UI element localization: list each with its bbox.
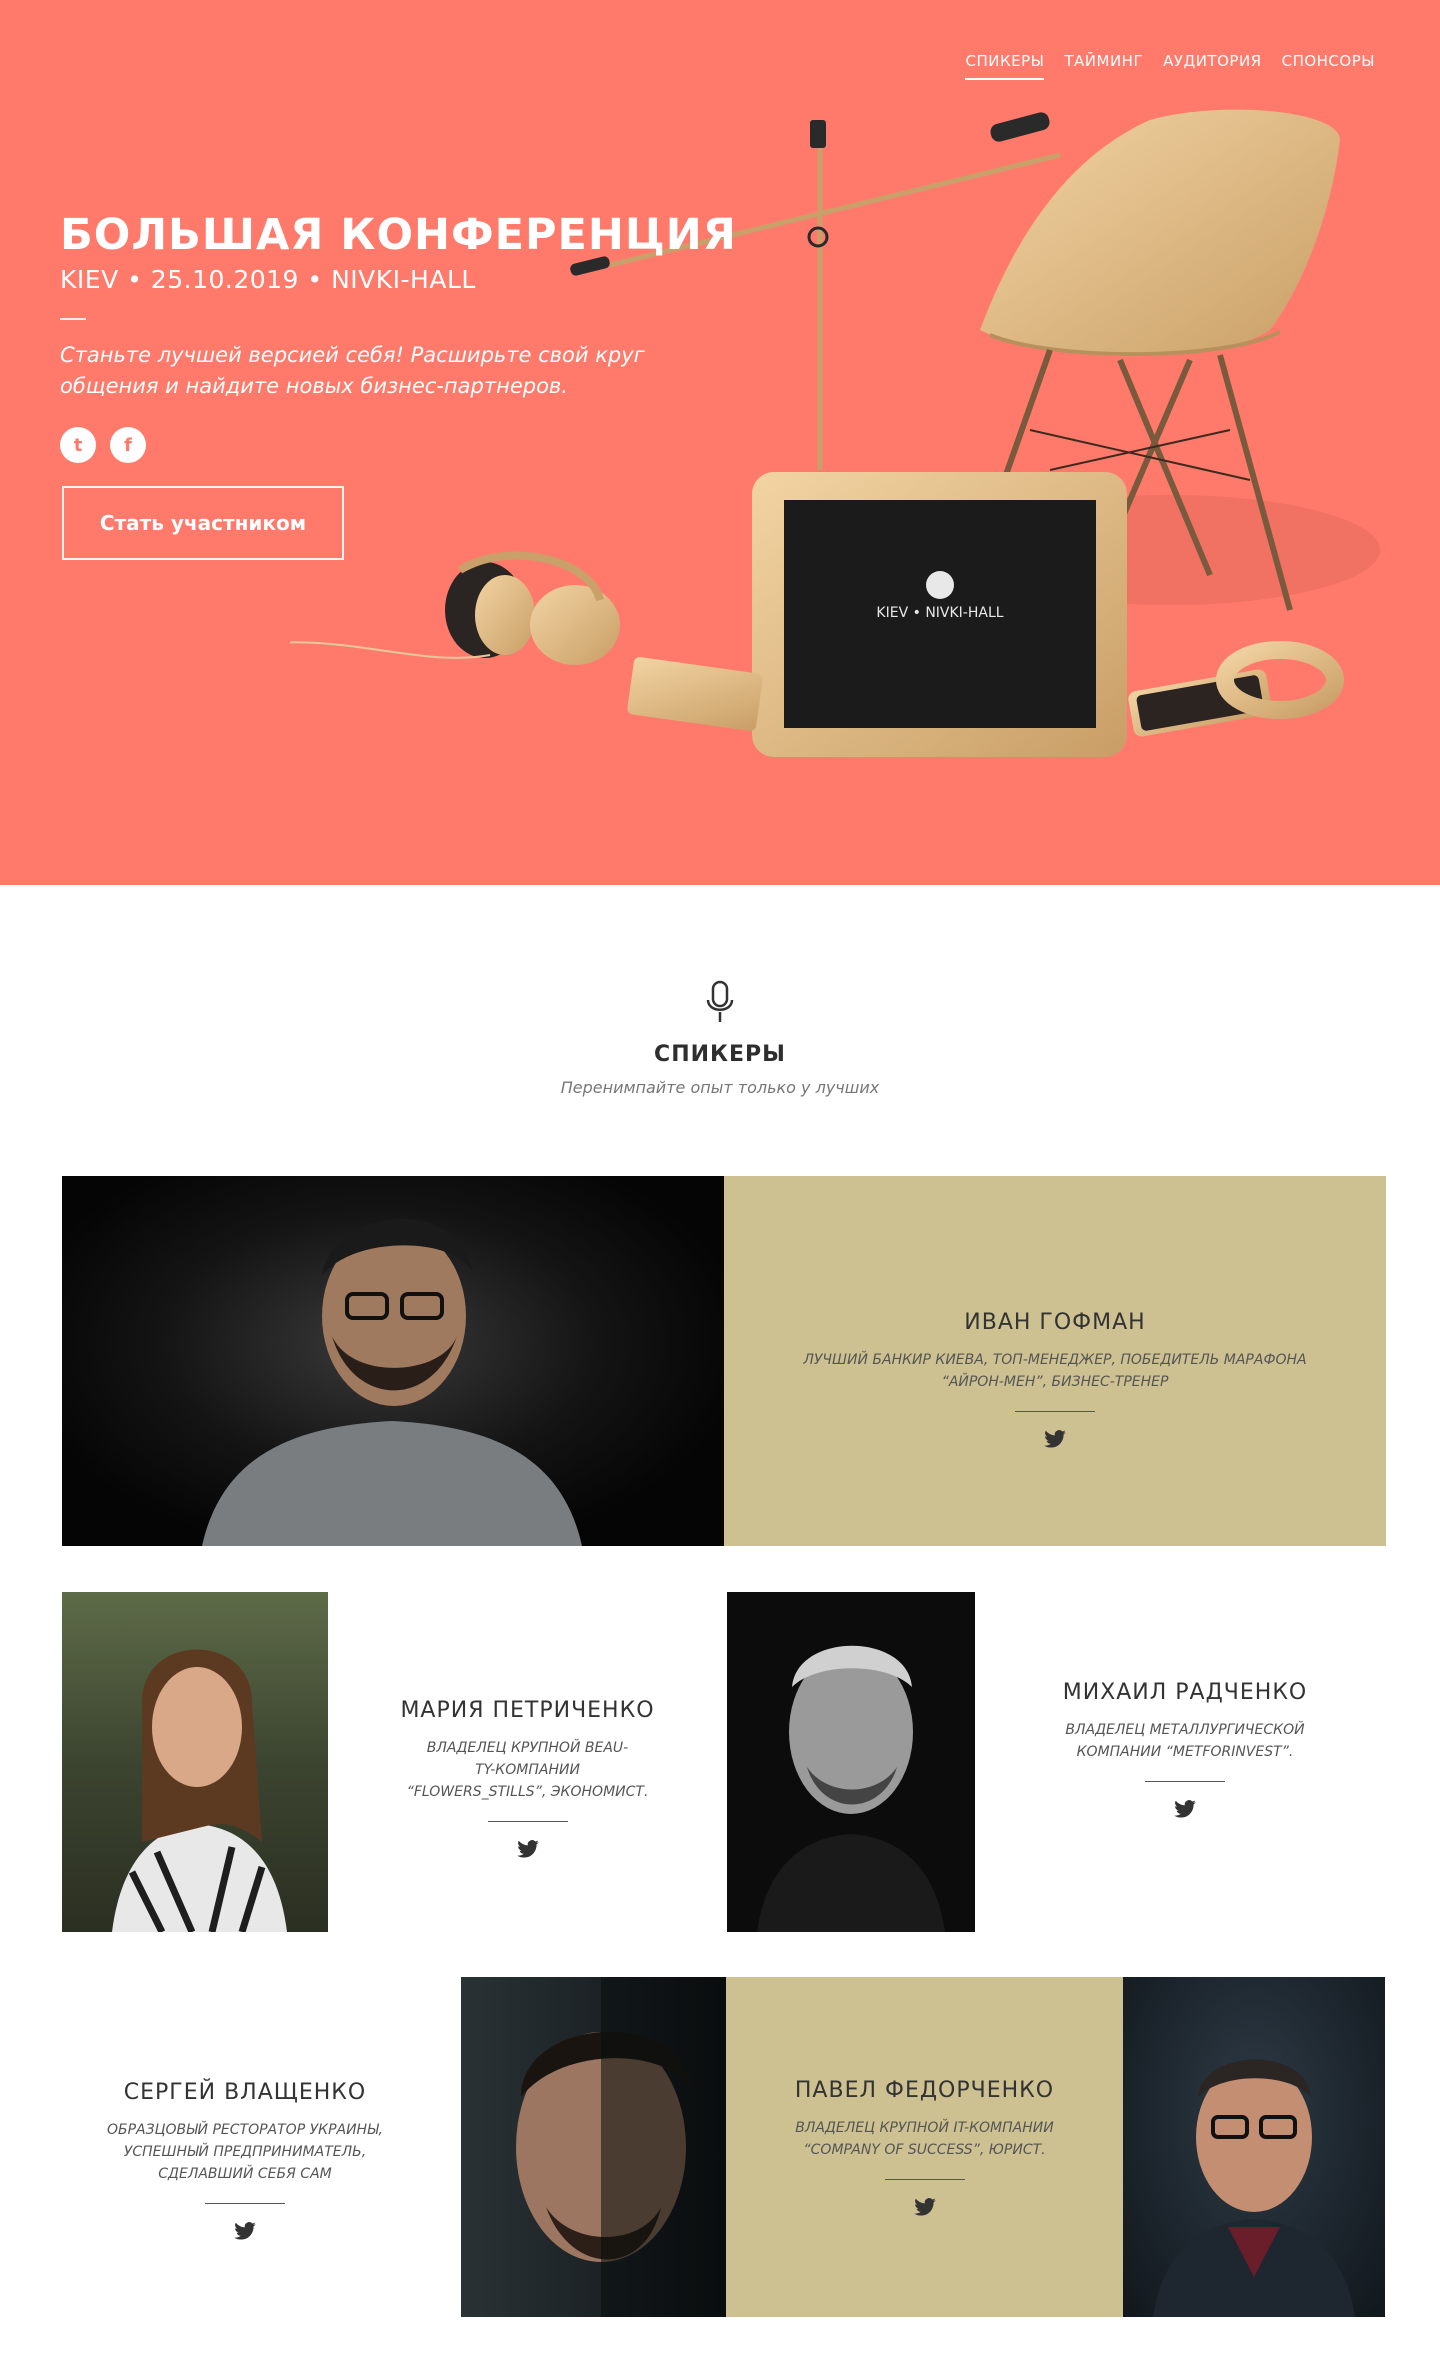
- speaker-name: МАРИЯ ПЕТРИЧЕНКО: [400, 1698, 655, 1723]
- speaker-photo-maria: [62, 1592, 328, 1932]
- cassette-illustration: [627, 657, 763, 731]
- tablet-illustration: KIEV • NIVKI-HALL: [752, 472, 1127, 757]
- speaker-photo-sergey: [461, 1977, 726, 2317]
- nav-item-sponsors[interactable]: СПОНСОРЫ: [1282, 52, 1375, 80]
- speaker-photo-ivan: [62, 1176, 724, 1546]
- speaker-description: ЛУЧШИЙ БАНКИР КИЕВА, ТОП-МЕНЕДЖЕР, ПОБЕД…: [803, 1352, 1307, 1390]
- hero-description: Станьте лучшей версией себя! Расширьте с…: [60, 343, 645, 398]
- speaker-description: ВЛАДЕЛЕЦ КРУПНОЙ IT-КОМПАНИИ “COMPANY OF…: [795, 2120, 1054, 2158]
- microphone-icon: [706, 980, 734, 1022]
- speaker-card-mikhail: МИХАИЛ РАДЧЕНКО ВЛАДЕЛЕЦ МЕТАЛЛУРГИЧЕСКО…: [1015, 1680, 1355, 1823]
- speaker-photo-pavel: [1123, 1977, 1385, 2317]
- facebook-icon[interactable]: f: [110, 427, 146, 463]
- speakers-subtitle: Перенимпайте опыт только у лучших: [560, 1078, 880, 1097]
- hero-social-links: t f: [60, 427, 146, 463]
- twitter-icon[interactable]: [1174, 1800, 1196, 1818]
- nav-item-audience[interactable]: АУДИТОРИЯ: [1163, 52, 1262, 80]
- nav-item-speakers[interactable]: СПИКЕРЫ: [965, 52, 1045, 80]
- nav-item-timing[interactable]: ТАЙМИНГ: [1064, 52, 1143, 80]
- speaker-card-pavel: ПАВЕЛ ФЕДОРЧЕНКО ВЛАДЕЛЕЦ КРУПНОЙ IT-КОМ…: [746, 2078, 1103, 2221]
- top-navigation: СПИКЕРЫ ТАЙМИНГ АУДИТОРИЯ СПОНСОРЫ: [965, 52, 1375, 80]
- divider: [1015, 1411, 1095, 1412]
- tablet-screen-text: KIEV • NIVKI-HALL: [876, 605, 1003, 621]
- speaker-name: ПАВЕЛ ФЕДОРЧЕНКО: [794, 2078, 1055, 2103]
- headphones-illustration: [290, 551, 620, 665]
- twitter-icon[interactable]: [234, 2222, 256, 2240]
- speaker-name: СЕРГЕЙ ВЛАЩЕНКО: [123, 2080, 367, 2105]
- speaker-description: ОБРАЗЦОВЫЙ РЕСТОРАТОР УКРАИНЫ, УСПЕШНЫЙ …: [106, 2122, 383, 2182]
- speaker-description: ВЛАДЕЛЕЦ КРУПНОЙ BEAU- TY-КОМПАНИИ “FLOW…: [406, 1740, 649, 1800]
- speaker-photo-mikhail: [727, 1592, 975, 1932]
- divider: [487, 1821, 568, 1822]
- hero-title: БОЛЬШАЯ КОНФЕРЕНЦИЯ: [60, 210, 737, 260]
- hero-subtitle: KIEV • 25.10.2019 • NIVKI-HALL: [60, 265, 476, 294]
- twitter-icon[interactable]: [516, 1840, 539, 1858]
- hero-divider: [60, 318, 86, 320]
- speaker-name: ИВАН ГОФМАН: [964, 1310, 1146, 1335]
- twitter-icon[interactable]: [1044, 1430, 1066, 1448]
- speaker-description: ВЛАДЕЛЕЦ МЕТАЛЛУРГИЧЕСКОЙ КОМПАНИИ “METF…: [1065, 1722, 1305, 1760]
- divider: [1145, 1781, 1225, 1782]
- speaker-card-sergey: СЕРГЕЙ ВЛАЩЕНКО ОБРАЗЦОВЫЙ РЕСТОРАТОР УК…: [75, 2080, 415, 2245]
- become-participant-button[interactable]: Стать участником: [62, 486, 344, 560]
- divider: [884, 2179, 965, 2180]
- speaker-name: МИХАИЛ РАДЧЕНКО: [1062, 1680, 1308, 1705]
- speakers-title: СПИКЕРЫ: [654, 1042, 786, 1067]
- speaker-card-ivan: ИВАН ГОФМАН ЛУЧШИЙ БАНКИР КИЕВА, ТОП-МЕН…: [784, 1310, 1326, 1453]
- hero-section: СПИКЕРЫ ТАЙМИНГ АУДИТОРИЯ СПОНСОРЫ KIEV …: [0, 0, 1440, 885]
- twitter-icon[interactable]: t: [60, 427, 96, 463]
- speaker-card-maria: МАРИЯ ПЕТРИЧЕНКО ВЛАДЕЛЕЦ КРУПНОЙ BEAU- …: [370, 1698, 685, 1863]
- divider: [205, 2203, 285, 2204]
- twitter-icon[interactable]: [913, 2198, 936, 2216]
